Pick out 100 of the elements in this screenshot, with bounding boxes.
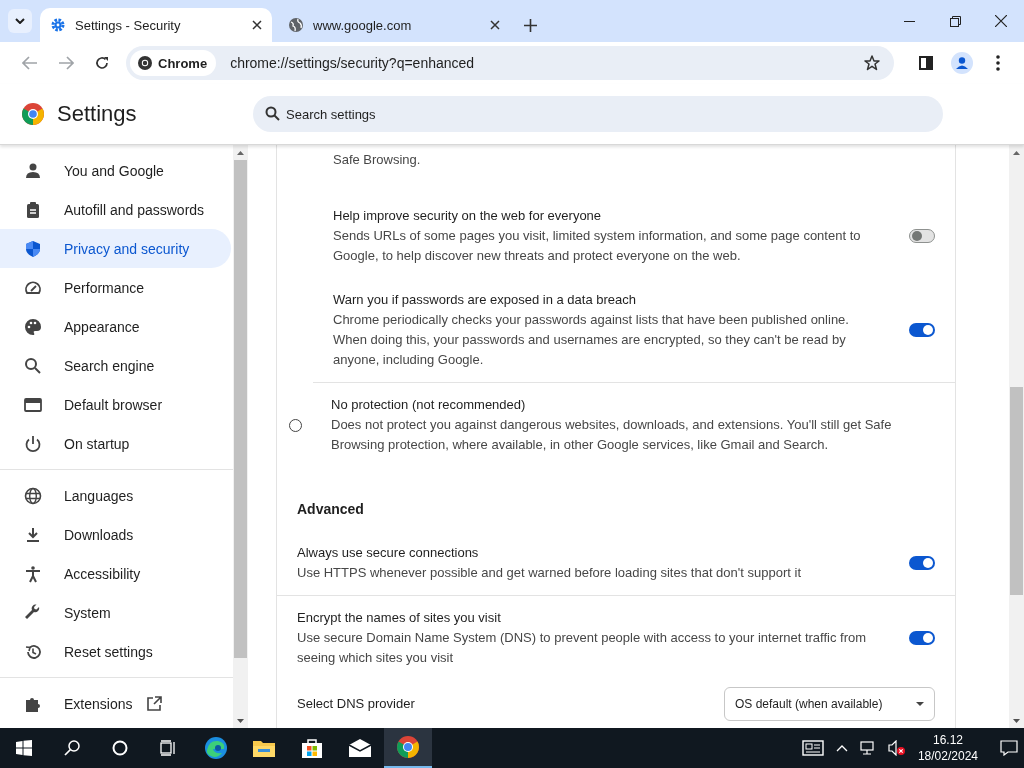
circle-icon xyxy=(112,740,128,756)
browser-tab[interactable]: Settings - Security xyxy=(40,8,272,42)
setting-description: Chrome periodically checks your passwords against lists that have been published online. When doing this, your passwords and usernames are encrypted, so they can't be read by anyone, including Google. xyxy=(333,311,850,369)
menu-icon xyxy=(996,55,1000,71)
shopping-bag-icon xyxy=(301,737,323,759)
toggle-switch[interactable] xyxy=(909,631,935,645)
wrench-icon xyxy=(24,603,42,622)
search-icon xyxy=(24,356,42,375)
notification-icon[interactable] xyxy=(1000,740,1018,756)
sidebar-item[interactable]: You and Google xyxy=(0,151,231,190)
history-icon xyxy=(24,642,42,661)
news-icon[interactable] xyxy=(801,740,824,756)
toggle-switch[interactable] xyxy=(909,556,935,570)
network-icon[interactable] xyxy=(859,740,876,756)
task-view-icon xyxy=(160,740,176,756)
forward-arrow-icon xyxy=(58,56,74,70)
sidebar-item[interactable]: System xyxy=(0,593,231,632)
search-icon xyxy=(265,106,280,121)
setting-description: Use secure Domain Name System (DNS) to prevent people with access to your internet traffic from seeing which sites you visit xyxy=(297,629,868,667)
globe-icon xyxy=(24,486,42,505)
clock-time: 16.12 xyxy=(932,732,963,748)
new-tab-button[interactable] xyxy=(524,19,537,32)
scroll-down-icon xyxy=(237,718,244,723)
address-bar[interactable]: Chrome chrome://settings/security?q=enhanced xyxy=(126,46,894,80)
browser-window-icon xyxy=(24,395,42,414)
sidebar-item[interactable]: Performance xyxy=(0,268,231,307)
sidebar-item[interactable]: Downloads xyxy=(0,515,231,554)
sidebar-item[interactable]: Default browser xyxy=(0,385,231,424)
site-info-chip[interactable]: Chrome xyxy=(130,50,217,76)
avatar-icon xyxy=(951,52,973,74)
folder-icon xyxy=(252,738,276,758)
setting-title: Always use secure connections xyxy=(297,544,480,562)
clipboard-icon xyxy=(24,200,42,219)
setting-description: Use HTTPS whenever possible and get warned before loading sites that don't support it xyxy=(297,564,802,582)
setting-title: Warn you if passwords are exposed in a data breach xyxy=(333,291,638,309)
chrome-logo-icon xyxy=(22,103,44,125)
accessibility-icon xyxy=(24,564,42,583)
palette-icon xyxy=(24,317,42,336)
close-icon xyxy=(252,20,262,30)
clock-date: 18/02/2024 xyxy=(917,748,978,764)
setting-description: Does not protect you against dangerous websites, downloads, and extensions. You'll still get Safe Browsing protection, where available, in other Google services, like Gmail and Search. xyxy=(331,416,893,454)
sidebar-item[interactable]: Search engine xyxy=(0,346,231,385)
toggle-switch[interactable] xyxy=(909,229,935,243)
chrome-logo-icon xyxy=(138,56,152,70)
back-arrow-icon xyxy=(22,56,38,70)
sidebar-item[interactable]: Autofill and passwords xyxy=(0,190,231,229)
search-icon xyxy=(64,740,80,756)
setting-description: Sends URLs of some pages you visit, limited system information, and some page content to Google, to help discover new threats and protect everyone on the web. xyxy=(333,227,862,265)
section-heading: Advanced xyxy=(297,500,364,519)
person-icon xyxy=(24,161,42,180)
reload-icon xyxy=(95,56,109,70)
dropdown-arrow-icon xyxy=(916,702,924,706)
taskbar-app-icon[interactable] xyxy=(384,728,432,768)
close-icon xyxy=(995,15,1007,27)
sidebar-item[interactable]: Appearance xyxy=(0,307,231,346)
plus-icon xyxy=(524,19,537,32)
settings-title: Settings xyxy=(57,101,138,127)
setting-title: No protection (not recommended) xyxy=(331,396,527,414)
url-text: chrome://settings/security?q=enhanced xyxy=(230,55,476,71)
sidebar-item[interactable]: Languages xyxy=(0,476,231,515)
scroll-up-icon xyxy=(1013,150,1020,155)
edge-browser-icon xyxy=(204,736,228,760)
sidebar-item[interactable]: Extensions xyxy=(0,684,231,723)
speaker-muted-icon[interactable] xyxy=(887,740,906,756)
toggle-switch[interactable] xyxy=(909,323,935,337)
setting-title: Select DNS provider xyxy=(297,695,416,713)
browser-tab[interactable]: www.google.com xyxy=(278,8,510,42)
scroll-down-icon xyxy=(1013,718,1020,723)
sidebar-scrollbar[interactable] xyxy=(233,145,248,728)
setting-title: Help improve security on the web for everyone xyxy=(333,207,603,225)
close-tab-button[interactable] xyxy=(252,20,262,30)
power-icon xyxy=(24,434,42,453)
description-text: Safe Browsing. xyxy=(333,151,422,169)
setting-title: Encrypt the names of sites you visit xyxy=(297,609,502,627)
side-panel-icon xyxy=(919,56,933,70)
restore-icon xyxy=(949,15,961,27)
minimize-icon xyxy=(903,20,915,22)
sidebar-item[interactable]: Reset settings xyxy=(0,632,231,671)
gear-icon xyxy=(50,17,66,33)
tab-search-button[interactable] xyxy=(8,9,32,33)
shield-icon xyxy=(24,239,42,258)
clock[interactable]: 16.12 18/02/2024 xyxy=(917,732,978,764)
external-link-icon xyxy=(146,695,163,712)
dns-provider-dropdown[interactable]: OS default (when available) xyxy=(724,687,935,721)
chrome-logo-icon xyxy=(396,735,420,759)
close-tab-button[interactable] xyxy=(490,20,500,30)
page-scrollbar[interactable] xyxy=(1009,145,1024,728)
sidebar-item[interactable]: Privacy and security xyxy=(0,229,231,268)
windows-logo-icon xyxy=(16,740,32,756)
scroll-up-icon xyxy=(237,150,244,155)
sidebar-item[interactable]: On startup xyxy=(0,424,231,463)
star-icon xyxy=(864,55,880,71)
chevron-down-icon xyxy=(15,18,25,24)
globe-icon xyxy=(288,17,304,33)
download-icon xyxy=(24,525,42,544)
close-icon xyxy=(490,20,500,30)
chevron-up-icon[interactable] xyxy=(835,744,848,752)
search-field[interactable]: Search settings xyxy=(253,96,943,132)
envelope-icon xyxy=(348,739,372,757)
sidebar-item[interactable]: Accessibility xyxy=(0,554,231,593)
